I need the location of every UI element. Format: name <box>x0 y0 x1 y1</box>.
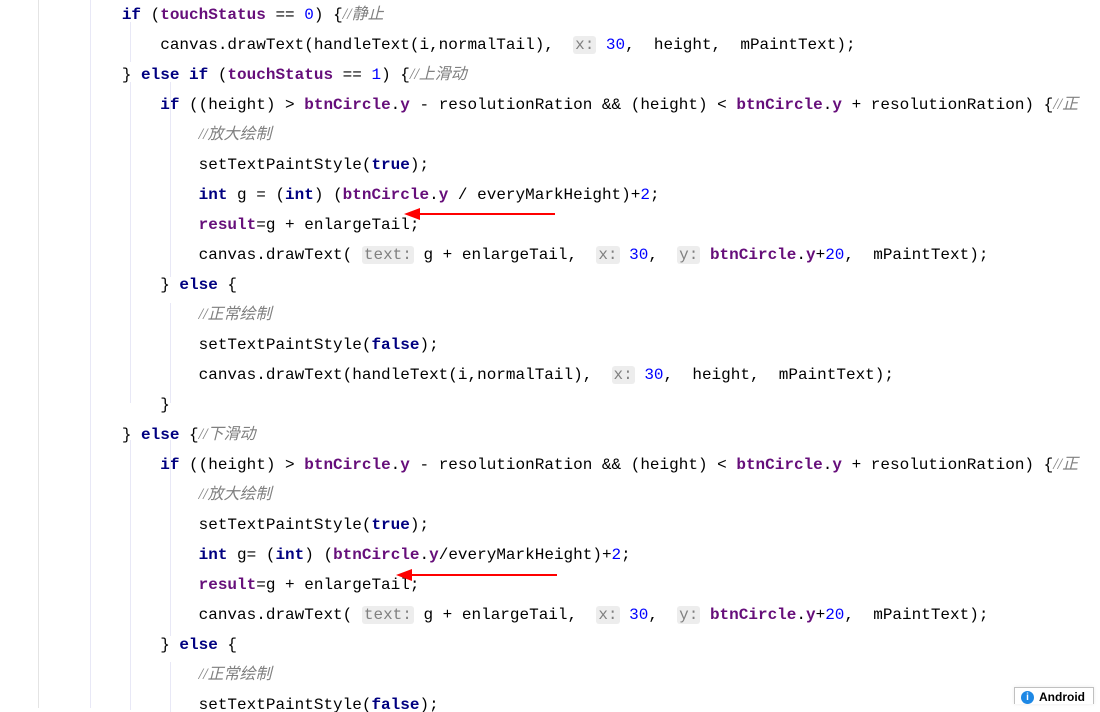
android-tool-badge[interactable]: i Android <box>1014 687 1094 704</box>
badge-label: Android <box>1039 690 1085 704</box>
info-icon: i <box>1021 691 1034 704</box>
code-editor[interactable]: if (touchStatus == 0) {//静止 canvas.drawT… <box>0 0 1100 712</box>
